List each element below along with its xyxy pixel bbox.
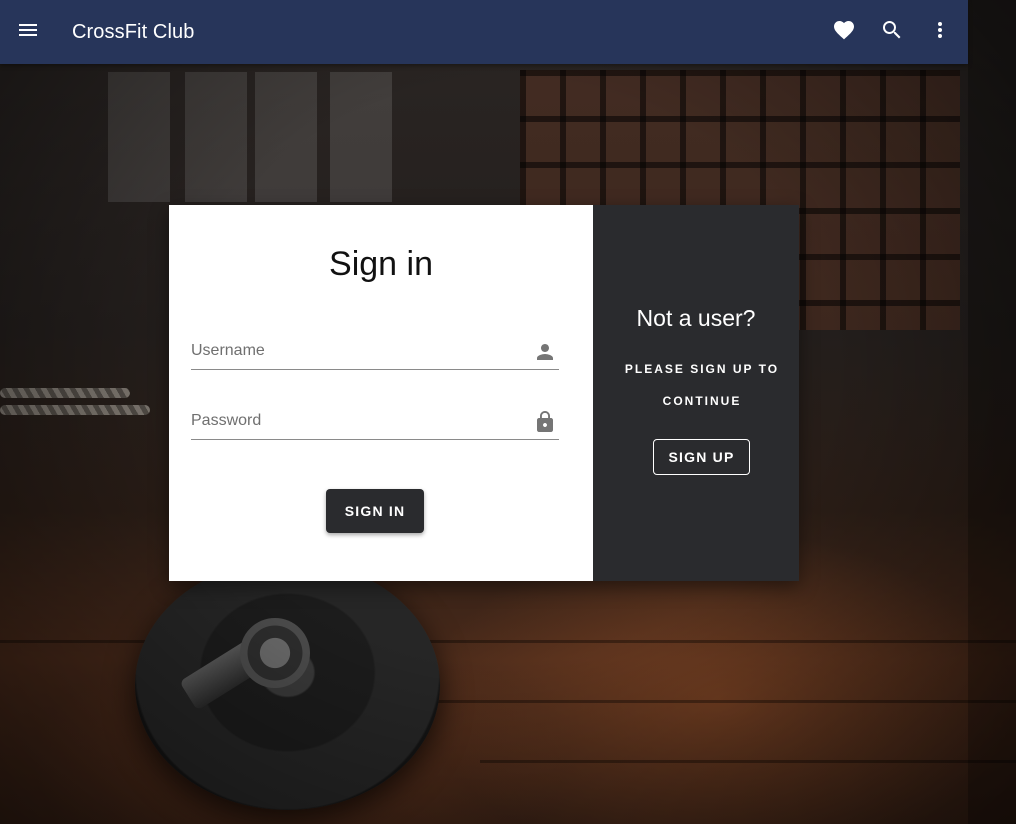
signup-panel: Not a user? PLEASE SIGN UP TO CONTINUE S… <box>593 205 799 581</box>
more-options-button[interactable] <box>916 8 964 56</box>
favorite-button[interactable] <box>820 8 868 56</box>
username-field <box>191 334 559 370</box>
app-title: CrossFit Club <box>72 20 195 43</box>
search-icon <box>880 18 904 47</box>
password-input[interactable] <box>191 404 521 438</box>
signup-button[interactable]: SIGN UP <box>653 439 750 475</box>
signup-message: PLEASE SIGN UP TO CONTINUE <box>624 362 780 408</box>
top-app-bar: CrossFit Club <box>0 0 968 64</box>
person-icon <box>533 340 557 364</box>
signup-title: Not a user? <box>636 305 756 331</box>
menu-icon <box>16 18 40 47</box>
search-button[interactable] <box>868 8 916 56</box>
heart-icon <box>832 18 856 47</box>
signin-button[interactable]: SIGN IN <box>326 489 424 533</box>
signin-title: Sign in <box>329 245 433 283</box>
password-field <box>191 404 559 440</box>
more-vert-icon <box>928 18 952 47</box>
auth-card: Sign in SIGN IN Not a user? PLEASE SIGN … <box>169 205 799 581</box>
signin-panel: Sign in SIGN IN <box>169 205 593 581</box>
menu-button[interactable] <box>4 8 52 56</box>
page-edge <box>968 0 1016 824</box>
appbar-actions <box>820 8 964 56</box>
username-input[interactable] <box>191 334 521 368</box>
lock-icon <box>533 410 557 434</box>
